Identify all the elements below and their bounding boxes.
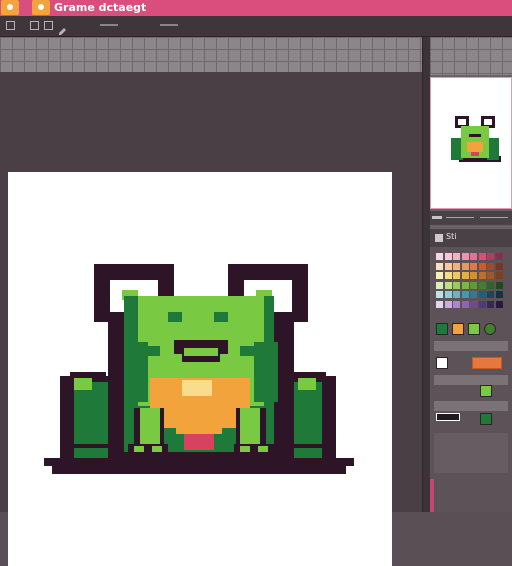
color-swatch[interactable]	[453, 262, 460, 270]
color-swatch[interactable]	[495, 253, 503, 260]
app-menu-icon[interactable]	[1, 0, 19, 15]
right-panel: Sti	[430, 37, 512, 512]
color-swatch[interactable]	[478, 262, 486, 270]
color-swatch[interactable]	[444, 253, 452, 260]
layer-row[interactable]	[434, 375, 508, 385]
color-swatch[interactable]	[487, 262, 494, 270]
toolbar	[0, 16, 512, 37]
color-swatch[interactable]	[444, 281, 452, 289]
color-swatch[interactable]	[487, 253, 494, 260]
palette-icon[interactable]	[435, 234, 443, 242]
color-swatch[interactable]	[461, 291, 469, 298]
workspace[interactable]	[0, 72, 422, 566]
properties-area	[434, 433, 508, 473]
color-swatch[interactable]	[470, 291, 477, 298]
title-bar: Grame dctaegt	[0, 0, 512, 16]
color-swatch[interactable]	[444, 262, 452, 270]
color-swatch[interactable]	[461, 300, 469, 308]
toolbar-divider	[160, 24, 178, 26]
scroll-indicator[interactable]	[430, 479, 434, 512]
layer-row[interactable]	[434, 401, 508, 411]
tool-color-icon[interactable]	[452, 323, 464, 335]
color-swatch[interactable]	[478, 281, 486, 289]
toolbar-divider	[100, 24, 118, 26]
color-swatch[interactable]	[461, 272, 469, 279]
color-swatch[interactable]	[487, 300, 494, 308]
color-swatch[interactable]	[478, 272, 486, 279]
layers-icon[interactable]	[30, 21, 39, 30]
color-swatch[interactable]	[478, 253, 486, 260]
tool-fill-icon[interactable]	[468, 323, 480, 335]
color-swatch[interactable]	[487, 281, 494, 289]
palette-header: Sti	[430, 229, 512, 247]
frame-thumb-icon-2[interactable]	[480, 413, 492, 425]
frog-sprite	[44, 264, 354, 474]
zoom-track[interactable]	[446, 217, 474, 218]
active-color-button[interactable]	[472, 357, 502, 369]
grid-icon[interactable]	[6, 21, 15, 30]
color-swatch[interactable]	[495, 281, 503, 289]
color-swatch[interactable]	[436, 300, 443, 308]
color-swatch[interactable]	[495, 291, 503, 298]
pencil-icon[interactable]	[58, 21, 67, 35]
color-swatch[interactable]	[478, 291, 486, 298]
color-swatch[interactable]	[495, 300, 503, 308]
color-swatch[interactable]	[470, 300, 477, 308]
tool-eraser-icon[interactable]	[436, 357, 448, 369]
frame-icon[interactable]	[44, 21, 53, 30]
zoom-track-2[interactable]	[480, 217, 508, 218]
color-swatch[interactable]	[453, 300, 460, 308]
color-swatch[interactable]	[461, 281, 469, 289]
frog-preview-icon	[451, 116, 501, 162]
color-swatch[interactable]	[436, 272, 443, 279]
tool-shape-icon[interactable]	[484, 323, 496, 335]
palette-title: Sti	[446, 232, 457, 241]
color-swatch[interactable]	[436, 253, 443, 260]
layer-row[interactable]	[434, 341, 508, 351]
color-swatches	[436, 253, 504, 313]
color-swatch[interactable]	[453, 272, 460, 279]
color-swatch[interactable]	[461, 262, 469, 270]
color-swatch[interactable]	[487, 272, 494, 279]
preview-ruler	[430, 37, 512, 75]
color-swatch[interactable]	[470, 253, 477, 260]
zoom-chip[interactable]	[432, 216, 442, 219]
app-title: Grame dctaegt	[54, 1, 147, 14]
sprite-preview[interactable]	[430, 77, 512, 209]
preview-controls	[430, 211, 512, 225]
color-swatch[interactable]	[478, 300, 486, 308]
timeline-bar[interactable]	[436, 413, 460, 421]
canvas-ruler	[0, 37, 422, 72]
color-swatch[interactable]	[495, 262, 503, 270]
color-swatch[interactable]	[436, 262, 443, 270]
app-logo-icon[interactable]	[32, 0, 50, 15]
color-swatch[interactable]	[453, 253, 460, 260]
frame-thumb-icon[interactable]	[480, 385, 492, 397]
color-swatch[interactable]	[470, 262, 477, 270]
color-swatch[interactable]	[444, 291, 452, 298]
color-swatch[interactable]	[436, 291, 443, 298]
drawing-canvas[interactable]	[8, 172, 392, 566]
color-swatch[interactable]	[461, 253, 469, 260]
color-swatch[interactable]	[444, 300, 452, 308]
color-swatch[interactable]	[453, 281, 460, 289]
color-swatch[interactable]	[453, 291, 460, 298]
tool-frog-icon[interactable]	[436, 323, 448, 335]
color-swatch[interactable]	[495, 272, 503, 279]
color-swatch[interactable]	[470, 281, 477, 289]
color-swatch[interactable]	[487, 291, 494, 298]
color-swatch[interactable]	[444, 272, 452, 279]
color-swatch[interactable]	[436, 281, 443, 289]
palette-panel: Sti	[430, 229, 512, 512]
color-swatch[interactable]	[470, 272, 477, 279]
